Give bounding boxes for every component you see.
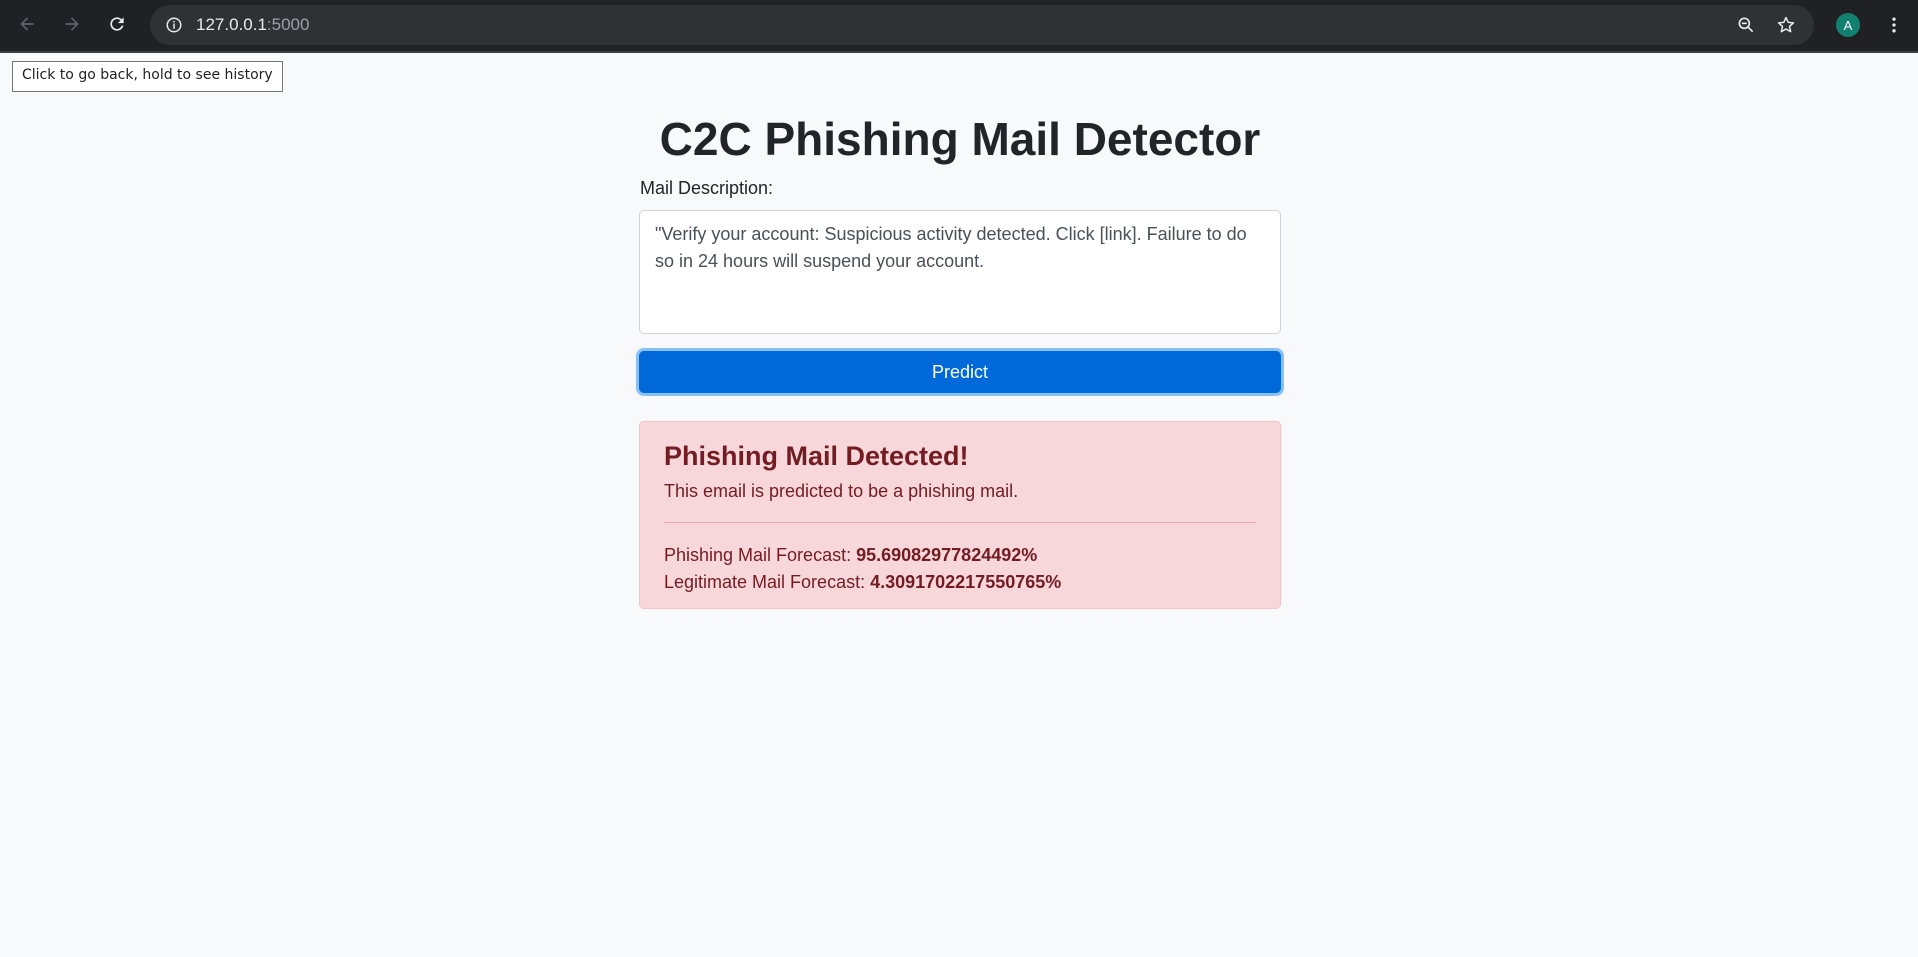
result-alert: Phishing Mail Detected! This email is pr… xyxy=(639,421,1281,609)
url-host: 127.0.0.1 xyxy=(196,15,267,34)
mail-description-label: Mail Description: xyxy=(640,178,774,198)
browser-menu-button[interactable] xyxy=(1882,10,1906,40)
forward-button[interactable] xyxy=(56,8,88,40)
bookmark-button[interactable] xyxy=(1772,11,1800,39)
predict-button[interactable]: Predict xyxy=(639,351,1281,393)
back-button[interactable] xyxy=(11,8,43,40)
zoom-out-icon xyxy=(1738,17,1754,33)
reload-button[interactable] xyxy=(101,8,133,40)
arrow-left-icon xyxy=(20,17,34,31)
phishing-forecast: Phishing Mail Forecast: 95.6908297782449… xyxy=(664,542,1256,569)
more-vert-icon xyxy=(1892,17,1896,33)
phishing-forecast-value: 95.69082977824492% xyxy=(856,545,1038,565)
profile-avatar[interactable]: A xyxy=(1836,13,1860,37)
info-icon xyxy=(166,17,182,33)
page-title: C2C Phishing Mail Detector xyxy=(659,113,1261,165)
mail-description-input[interactable]: "Verify your account: Suspicious activit… xyxy=(639,210,1281,334)
phishing-forecast-label: Phishing Mail Forecast: xyxy=(664,545,857,565)
reload-icon xyxy=(110,17,124,31)
arrow-right-icon xyxy=(65,17,79,31)
result-heading: Phishing Mail Detected! xyxy=(664,441,969,471)
divider xyxy=(664,522,1256,523)
result-message: This email is predicted to be a phishing… xyxy=(664,481,1019,501)
site-info-button[interactable] xyxy=(160,11,188,39)
url-text: 127.0.0.1:5000 xyxy=(196,15,309,35)
browser-toolbar: 127.0.0.1:5000 A xyxy=(0,0,1918,53)
url-port: :5000 xyxy=(266,15,310,34)
address-bar[interactable]: 127.0.0.1:5000 xyxy=(150,5,1814,45)
back-tooltip: Click to go back, hold to see history xyxy=(12,61,283,92)
star-icon xyxy=(1777,16,1795,33)
legitimate-forecast: Legitimate Mail Forecast: 4.309170221755… xyxy=(664,569,1256,596)
legitimate-forecast-label: Legitimate Mail Forecast: xyxy=(664,572,871,592)
legitimate-forecast-value: 4.3091702217550765% xyxy=(870,572,1062,592)
zoom-button[interactable] xyxy=(1732,11,1760,39)
